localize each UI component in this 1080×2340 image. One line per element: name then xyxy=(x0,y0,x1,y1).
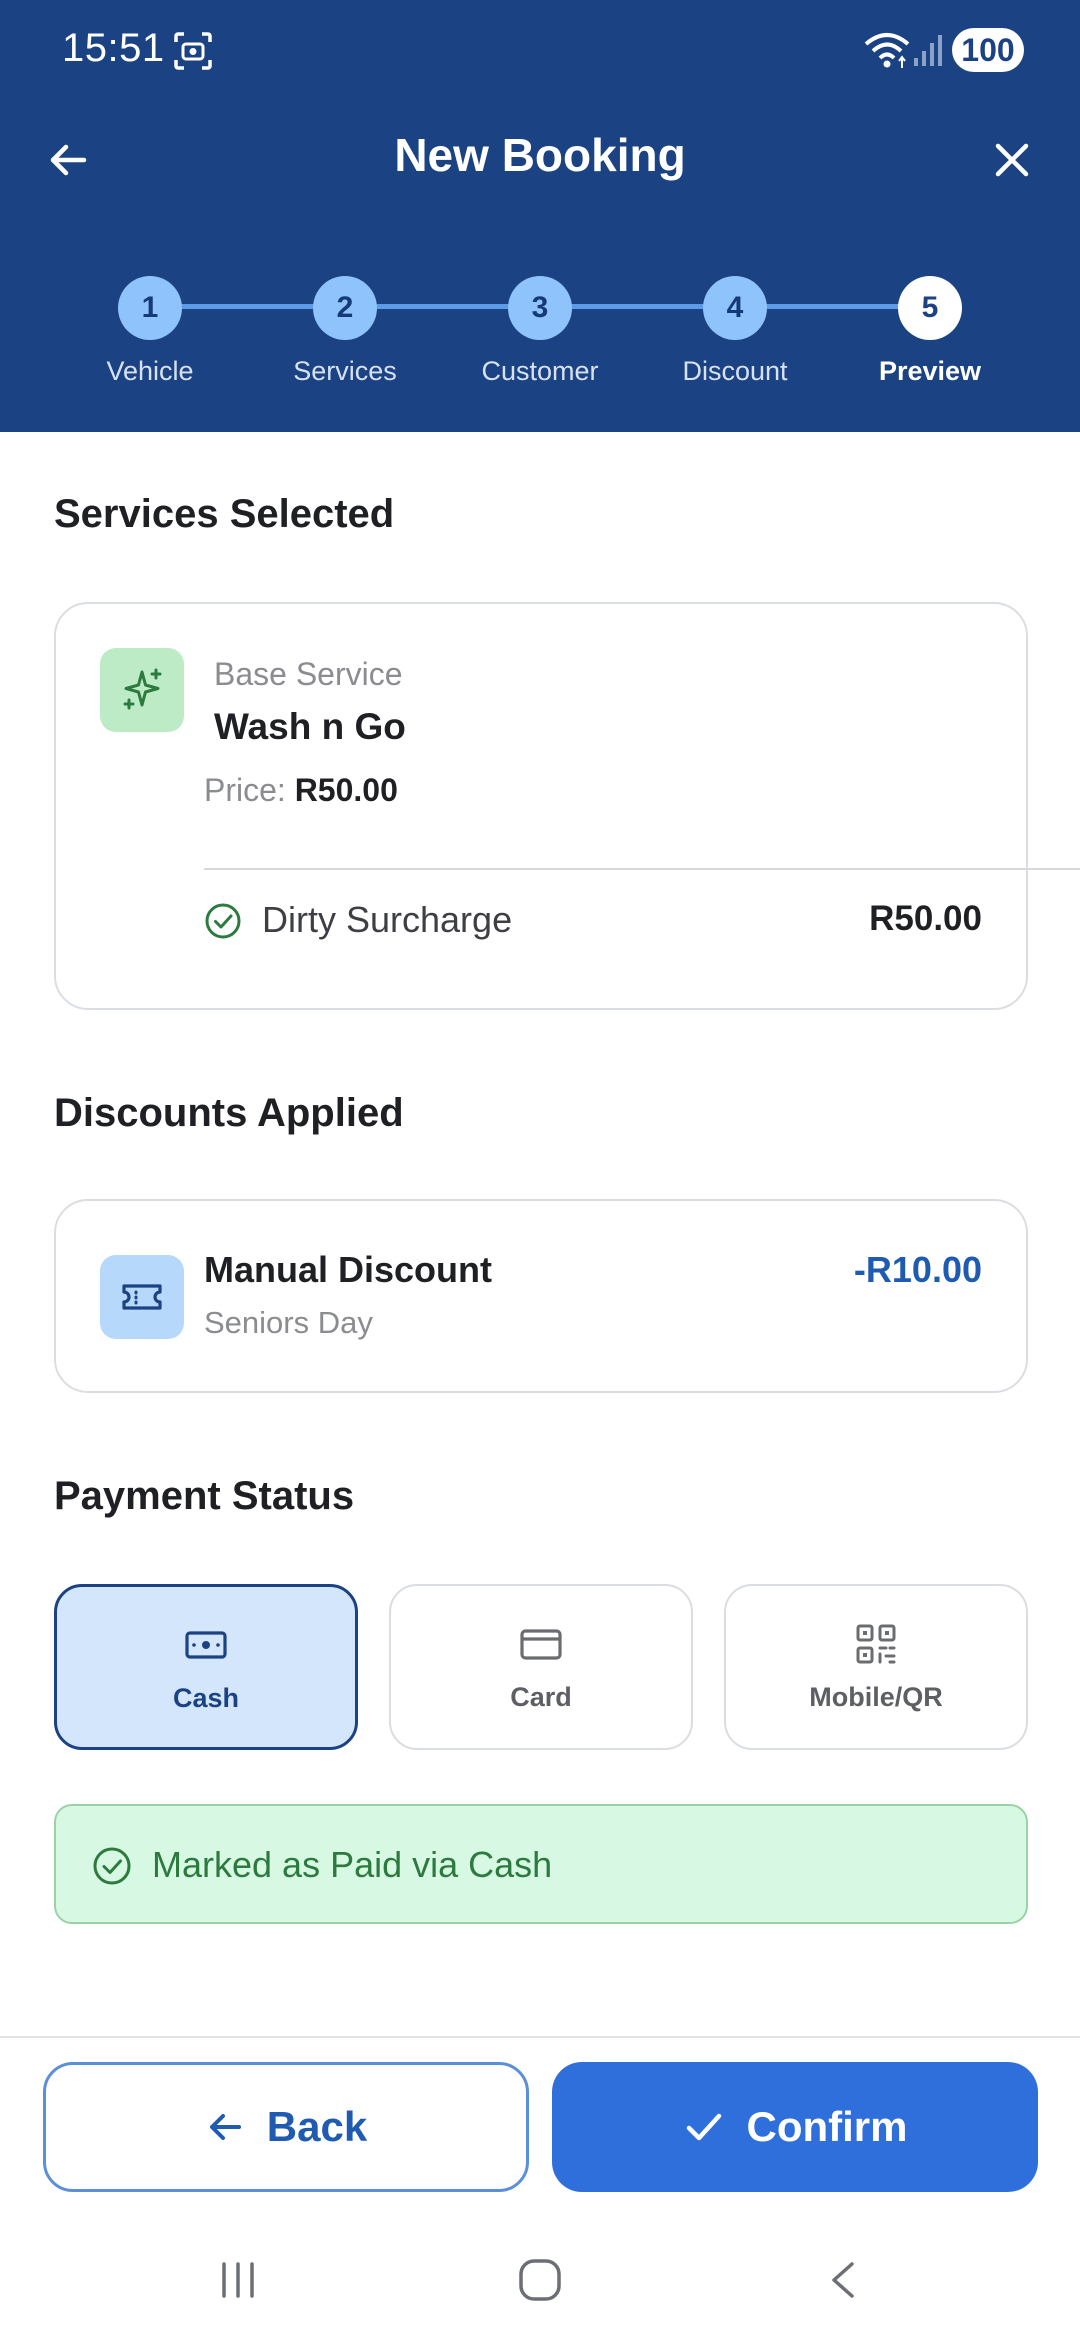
services-section-title: Services Selected xyxy=(54,492,395,536)
home-icon xyxy=(519,2259,561,2301)
system-back-button[interactable] xyxy=(814,2250,874,2310)
price-value: R50.00 xyxy=(294,772,398,808)
addon-name: Dirty Surcharge xyxy=(262,899,513,940)
step-customer[interactable]: 3 Customer xyxy=(450,270,630,387)
status-time: 15:51 xyxy=(62,26,165,70)
discount-title: Manual Discount xyxy=(204,1249,493,1290)
back-button-label: Back xyxy=(266,2103,368,2150)
header: 15:51 100 New Booking 1 Vehicle 2 Servic… xyxy=(0,0,1080,432)
step-discount[interactable]: 4 Discount xyxy=(645,270,825,387)
confirm-button-label: Confirm xyxy=(746,2103,908,2150)
payment-option-label: Mobile/QR xyxy=(809,1682,943,1712)
check-circle-icon xyxy=(93,1847,131,1885)
top-bar: New Booking xyxy=(0,110,1080,210)
step-label: Preview xyxy=(878,356,982,386)
step-number: 1 xyxy=(118,276,182,340)
screen-record-icon xyxy=(174,32,212,70)
service-price: Price: R50.00 xyxy=(204,772,398,809)
service-divider xyxy=(204,868,1080,870)
booking-stepper: 1 Vehicle 2 Services 3 Customer 4 Discou… xyxy=(0,270,1080,400)
step-vehicle[interactable]: 1 Vehicle xyxy=(60,270,240,387)
payment-section-title: Payment Status xyxy=(54,1474,355,1518)
recent-apps-icon xyxy=(222,2262,254,2298)
payment-option-label: Cash xyxy=(172,1683,240,1713)
discount-amount: -R10.00 xyxy=(853,1249,982,1290)
home-button[interactable] xyxy=(510,2250,570,2310)
cash-icon xyxy=(185,1631,227,1659)
back-button[interactable]: Back xyxy=(43,2062,529,2192)
bottom-divider xyxy=(0,2036,1080,2038)
close-icon xyxy=(995,143,1029,177)
discount-icon-box xyxy=(100,1255,184,1339)
step-number: 2 xyxy=(313,276,377,340)
step-number: 3 xyxy=(508,276,572,340)
step-label: Vehicle xyxy=(106,356,194,386)
close-button[interactable] xyxy=(984,132,1040,188)
step-label: Discount xyxy=(682,356,788,386)
payment-option-card[interactable]: Card xyxy=(389,1584,693,1750)
confirm-button[interactable]: Confirm xyxy=(552,2062,1038,2192)
service-card: Base Service Wash n Go Price: R50.00 Dir… xyxy=(54,602,1080,1010)
system-navigation-bar xyxy=(0,2220,1080,2340)
recent-apps-button[interactable] xyxy=(208,2250,268,2310)
status-bar: 15:51 100 xyxy=(0,0,1080,100)
chevron-left-icon xyxy=(832,2262,854,2298)
battery-indicator: 100 xyxy=(952,28,1024,72)
step-label: Customer xyxy=(481,356,599,386)
ticket-icon xyxy=(122,1284,162,1310)
wifi-icon xyxy=(864,33,910,68)
service-icon-box xyxy=(100,648,184,732)
qr-code-icon xyxy=(856,1624,896,1664)
step-number: 5 xyxy=(898,276,962,340)
step-number: 4 xyxy=(703,276,767,340)
discounts-section-title: Discounts Applied xyxy=(54,1091,404,1135)
arrow-left-icon xyxy=(209,2114,241,2140)
service-name: Wash n Go xyxy=(214,706,406,747)
addon-price: R50.00 xyxy=(869,899,982,938)
service-type-label: Base Service xyxy=(214,656,403,692)
card-icon xyxy=(520,1629,562,1660)
payment-option-mobile-qr[interactable]: Mobile/QR xyxy=(724,1584,1028,1750)
price-label: Price: xyxy=(204,772,286,808)
discount-card: Manual Discount Seniors Day -R10.00 xyxy=(54,1199,1028,1393)
step-services[interactable]: 2 Services xyxy=(255,270,435,387)
sparkles-icon xyxy=(123,668,162,710)
signal-icon xyxy=(914,35,942,66)
payment-option-label: Card xyxy=(510,1682,572,1712)
page-title: New Booking xyxy=(394,129,686,181)
step-label: Services xyxy=(293,356,397,386)
discount-subtitle: Seniors Day xyxy=(204,1305,373,1340)
payment-status-text: Marked as Paid via Cash xyxy=(152,1844,553,1885)
payment-status-banner: Marked as Paid via Cash xyxy=(54,1804,1028,1924)
check-icon xyxy=(686,2113,721,2141)
payment-option-cash[interactable]: Cash xyxy=(54,1584,358,1750)
step-preview[interactable]: 5 Preview xyxy=(840,270,1020,387)
check-circle-icon xyxy=(205,903,241,939)
